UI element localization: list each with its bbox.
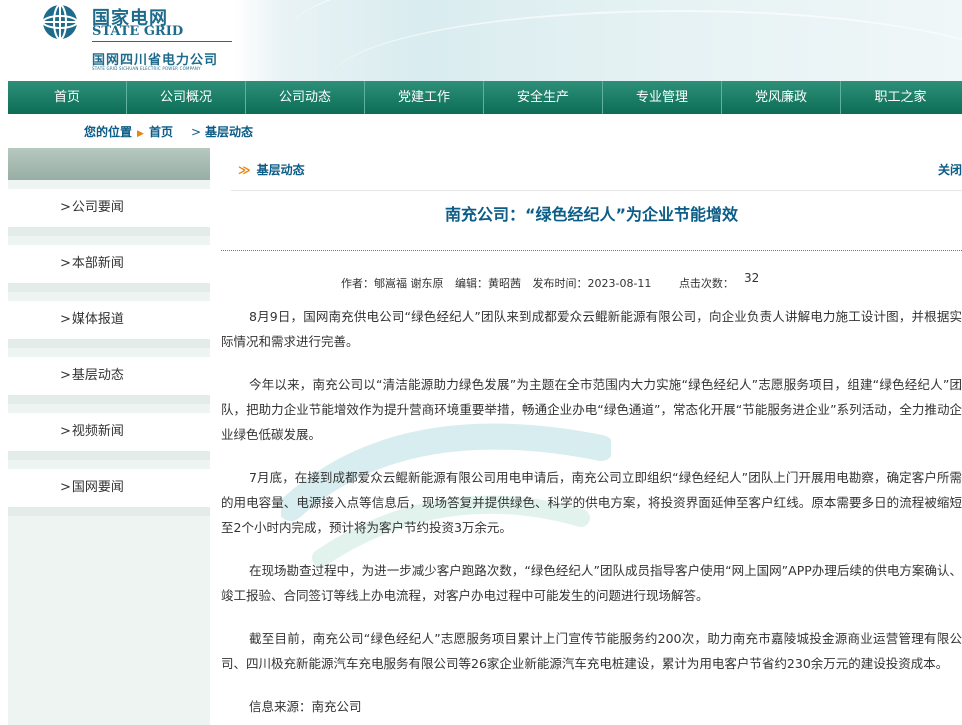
- logo-divider: [92, 41, 232, 42]
- sidebar-item-grassroots[interactable]: >基层动态: [8, 357, 210, 404]
- breadcrumb-home-link[interactable]: 首页: [149, 125, 173, 139]
- section-title: ≫ 基层动态: [238, 161, 305, 178]
- nav-item-staff-home[interactable]: 职工之家: [841, 81, 960, 114]
- section-divider: [231, 190, 962, 191]
- chevron-right-icon: >: [60, 256, 71, 271]
- logo-en-text: STATE GRID: [92, 24, 184, 39]
- article-date: 发布时间：2023-08-11: [532, 277, 652, 290]
- sidebar-item-label: 视频新闻: [71, 424, 124, 439]
- article-paragraph: 截至目前，南充公司“绿色经纪人”志愿服务项目累计上门宣传节能服务约200次，助力…: [221, 631, 962, 671]
- chevron-right-icon: >: [60, 424, 71, 439]
- company-name-en: STATE GRID SICHUAN ELECTRIC POWER COMPAN…: [92, 66, 201, 71]
- main-nav: 首页 公司概况 公司动态 党建工作 安全生产 专业管理 党风廉政 职工之家: [8, 81, 962, 114]
- breadcrumb: 您的位置 ▶ 首页 > 基层动态: [84, 123, 253, 140]
- sidebar-header: [8, 148, 210, 180]
- article-paragraph: 今年以来，南充公司以“清洁能源助力绿色发展”为主题在全市范围内大力实施“绿色经纪…: [221, 377, 962, 442]
- article-editor: 编辑：黄昭茜: [455, 277, 521, 290]
- article-meta: 作者：郇嵩福 谢东原 编辑：黄昭茜 发布时间：2023-08-11 点击次数： 3…: [341, 271, 767, 291]
- chevron-right-icon: >: [60, 200, 71, 215]
- article-author: 作者：郇嵩福 谢东原: [341, 277, 444, 290]
- section-title-text: 基层动态: [256, 163, 305, 177]
- close-link[interactable]: 关闭: [938, 161, 962, 178]
- chevron-right-icon: >: [60, 480, 71, 495]
- article-body: 8月9日，国网南充供电公司“绿色经纪人”团队来到成都爱众云鲲新能源有限公司，向企…: [221, 304, 962, 725]
- article-title: 南充公司：“绿色经纪人”为企业节能增效: [444, 205, 739, 224]
- site-header: 国家电网 STATE GRID 国网四川省电力公司 STATE GRID SIC…: [0, 0, 962, 81]
- breadcrumb-separator-icon: >: [190, 125, 202, 139]
- double-chevron-icon: ≫: [238, 163, 251, 177]
- nav-item-company-news[interactable]: 公司动态: [246, 81, 365, 114]
- breadcrumb-arrow-icon: ▶: [137, 129, 144, 139]
- nav-item-management[interactable]: 专业管理: [603, 81, 722, 114]
- sidebar-item-hq-news[interactable]: >本部新闻: [8, 245, 210, 292]
- chevron-right-icon: >: [60, 312, 71, 327]
- sidebar-item-label: 国网要闻: [71, 480, 124, 495]
- sidebar-item-label: 本部新闻: [71, 256, 124, 271]
- nav-item-safety[interactable]: 安全生产: [484, 81, 603, 114]
- click-count: 32: [743, 271, 760, 285]
- state-grid-logo-icon: [42, 4, 78, 40]
- sidebar-item-company-news[interactable]: >公司要闻: [8, 189, 210, 236]
- sidebar-item-label: 公司要闻: [71, 200, 124, 215]
- sidebar-item-media[interactable]: >媒体报道: [8, 301, 210, 348]
- nav-item-party-building[interactable]: 党建工作: [365, 81, 484, 114]
- nav-item-home[interactable]: 首页: [8, 81, 127, 114]
- chevron-right-icon: >: [60, 368, 71, 383]
- sidebar-item-label: 基层动态: [71, 368, 124, 383]
- breadcrumb-prefix: 您的位置: [84, 125, 133, 139]
- nav-item-company-overview[interactable]: 公司概况: [127, 81, 246, 114]
- sidebar-item-video[interactable]: >视频新闻: [8, 413, 210, 460]
- article-source: 信息来源：南充公司: [249, 699, 362, 714]
- nav-item-integrity[interactable]: 党风廉政: [722, 81, 841, 114]
- article-panel: ≫ 基层动态 关闭 南充公司：“绿色经纪人”为企业节能增效 作者：郇嵩福 谢东原 …: [221, 148, 962, 725]
- article-paragraph: 在现场勘查过程中，为进一步减少客户跑路次数，“绿色经纪人”团队成员指导客户使用“…: [221, 563, 962, 603]
- article-paragraph: 8月9日，国网南充供电公司“绿色经纪人”团队来到成都爱众云鲲新能源有限公司，向企…: [221, 309, 962, 349]
- sidebar-item-label: 媒体报道: [71, 312, 124, 327]
- breadcrumb-current[interactable]: 基层动态: [205, 125, 253, 139]
- click-count-label: 点击次数：: [678, 277, 734, 290]
- sidebar-item-state-grid-news[interactable]: >国网要闻: [8, 469, 210, 516]
- title-divider: [221, 250, 962, 251]
- article-paragraph: 7月底，在接到成都爱众云鲲新能源有限公司用电申请后，南充公司立即组织“绿色经纪人…: [221, 470, 962, 535]
- sidebar: >公司要闻 >本部新闻 >媒体报道 >基层动态 >视频新闻 >国网要闻: [8, 148, 210, 725]
